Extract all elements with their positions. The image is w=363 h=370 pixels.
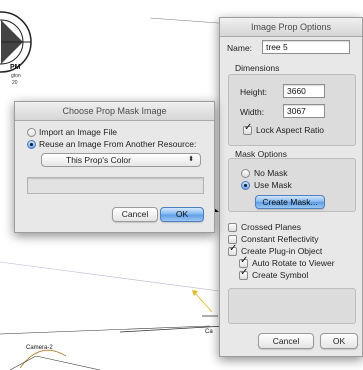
- import-image-radio[interactable]: [27, 128, 36, 137]
- dialog-title: Choose Prop Mask Image: [15, 102, 214, 121]
- height-field[interactable]: 3660: [283, 84, 325, 98]
- choose-prop-mask-image-dialog: Choose Prop Mask Image Import an Image F…: [14, 101, 215, 233]
- height-label: Height:: [240, 87, 267, 97]
- camera-shape: [19, 349, 67, 369]
- lock-aspect-checkbox[interactable]: ✓: [243, 122, 253, 135]
- crossed-planes-checkbox[interactable]: [228, 223, 237, 232]
- create-symbol-label: Create Symbol: [252, 270, 309, 280]
- camera-label: Camera-2: [26, 345, 53, 351]
- mask-options-group: No Mask Use Mask Create Mask...: [228, 158, 356, 212]
- checkmark-icon: ✓: [240, 267, 249, 278]
- dimensions-group: Height: 3660 Width: 3067 ✓ Lock Aspect R…: [228, 74, 356, 146]
- create-plugin-checkbox[interactable]: ✓: [228, 243, 238, 256]
- use-mask-radio[interactable]: [241, 181, 250, 190]
- ok-button[interactable]: OK: [160, 207, 204, 222]
- constant-reflectivity-label: Constant Reflectivity: [241, 234, 319, 244]
- updown-arrows-icon: ⬍: [188, 156, 194, 163]
- resource-name-field[interactable]: [27, 177, 204, 194]
- resource-popup[interactable]: This Prop's Color ⬍: [41, 153, 201, 167]
- name-label: Name:: [227, 43, 253, 53]
- create-mask-button[interactable]: Create Mask...: [255, 195, 325, 209]
- radio-dot-icon: [244, 184, 247, 187]
- dimensions-label: Dimensions: [235, 63, 280, 73]
- plan-line: [0, 325, 211, 335]
- preview-box: [228, 288, 356, 324]
- plan-label-ca: Ca: [205, 329, 213, 335]
- resource-popup-value: This Prop's Color: [66, 155, 131, 165]
- checkmark-icon: ✓: [240, 255, 249, 266]
- auto-rotate-label: Auto Rotate to Viewer: [252, 258, 335, 268]
- window-title: Image Prop Options: [220, 18, 362, 37]
- checkmark-icon: ✓: [229, 243, 238, 254]
- yellow-arrow: [193, 291, 213, 313]
- name-field[interactable]: tree 5: [262, 40, 350, 54]
- lock-aspect-label: Lock Aspect Ratio: [256, 125, 325, 135]
- import-image-label: Import an Image File: [39, 127, 117, 137]
- camera-line: [9, 355, 37, 370]
- reuse-image-label: Reuse an Image From Another Resource:: [39, 139, 197, 149]
- crossed-planes-label: Crossed Planes: [241, 222, 302, 232]
- reuse-image-radio[interactable]: [27, 140, 36, 149]
- image-prop-options-window: Image Prop Options Name: tree 5 Dimensio…: [219, 17, 363, 357]
- radio-dot-icon: [30, 143, 33, 146]
- plan-label-pm: PM: [10, 64, 21, 71]
- plan-label-sub: 20: [12, 80, 18, 86]
- plan-label-sub: gton: [11, 73, 21, 79]
- compass-symbol: [0, 11, 32, 73]
- no-mask-label: No Mask: [254, 168, 288, 178]
- width-label: Width:: [240, 107, 265, 117]
- cancel-button[interactable]: Cancel: [112, 207, 158, 222]
- camera-line: [35, 355, 101, 370]
- create-plugin-label: Create Plug-in Object: [241, 246, 323, 256]
- cancel-button[interactable]: Cancel: [258, 333, 314, 349]
- create-symbol-checkbox[interactable]: ✓: [239, 267, 249, 280]
- width-field[interactable]: 3067: [283, 104, 325, 118]
- checkmark-icon: ✓: [244, 122, 253, 133]
- use-mask-label: Use Mask: [254, 180, 292, 190]
- ok-button[interactable]: OK: [320, 333, 358, 349]
- no-mask-radio[interactable]: [241, 169, 250, 178]
